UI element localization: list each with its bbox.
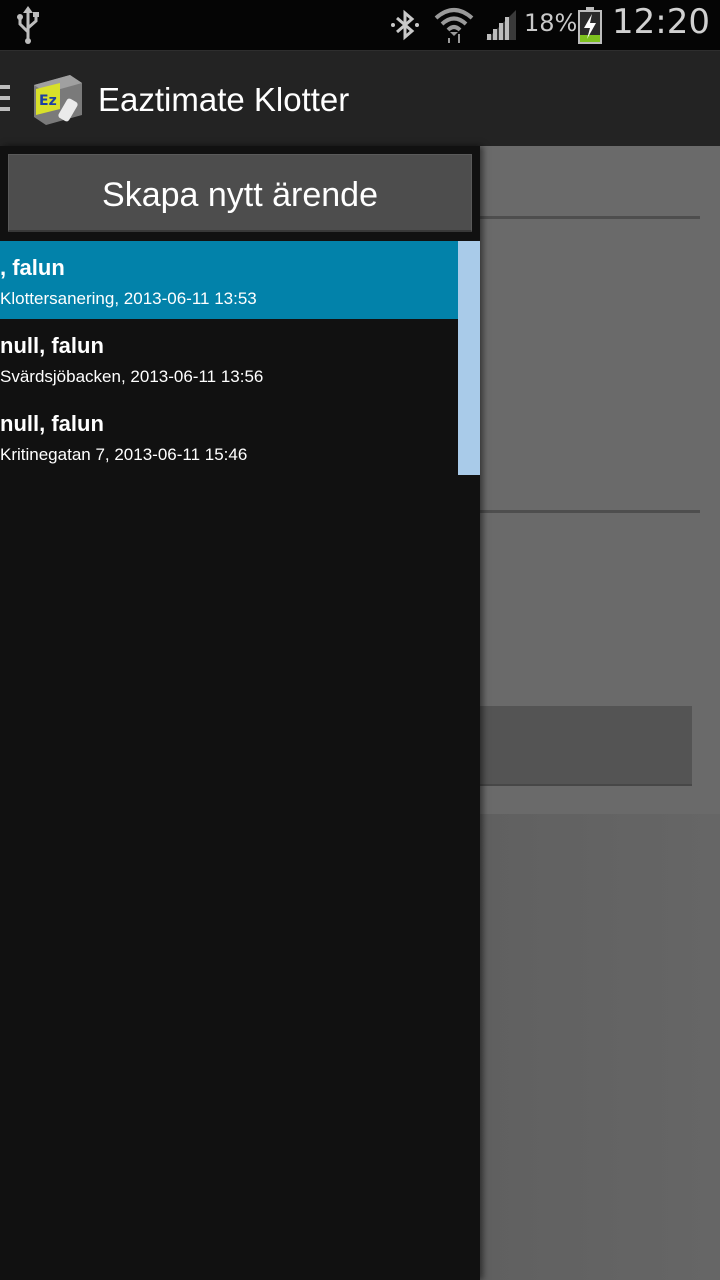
- clock: 12:20: [612, 2, 710, 42]
- case-list: , falun Klottersanering, 2013-06-11 13:5…: [0, 241, 458, 475]
- list-item[interactable]: null, falun Svärdsjöbacken, 2013-06-11 1…: [0, 319, 458, 397]
- svg-text:Ez: Ez: [39, 93, 57, 109]
- battery-percent: 18%: [524, 9, 578, 37]
- background-button: [480, 706, 692, 786]
- list-item-subtitle: Svärdsjöbacken, 2013-06-11 13:56: [0, 367, 264, 386]
- app-title: Eaztimate Klotter: [98, 81, 350, 118]
- action-bar: Ez Eaztimate Klotter: [0, 50, 720, 147]
- usb-icon: [14, 6, 42, 48]
- divider: [480, 510, 700, 513]
- app-logo-icon[interactable]: Ez: [30, 71, 86, 131]
- list-scrollbar[interactable]: [458, 241, 480, 475]
- battery-charging-icon: [578, 6, 602, 48]
- drawer-indicator-icon[interactable]: [0, 85, 10, 115]
- create-new-case-button[interactable]: Skapa nytt ärende: [8, 154, 472, 232]
- list-item-title: null, falun: [0, 411, 104, 436]
- wifi-icon: [434, 6, 474, 48]
- list-item-title: null, falun: [0, 333, 104, 358]
- navigation-drawer: Skapa nytt ärende , falun Klottersanerin…: [0, 146, 480, 1280]
- main-content-dimmed: [480, 146, 720, 1280]
- status-bar: 18% 12:20: [0, 0, 720, 50]
- screen: 18% 12:20 Ez Eaztimate Klotter Skapa nyt…: [0, 0, 720, 1280]
- list-item[interactable]: , falun Klottersanering, 2013-06-11 13:5…: [0, 241, 458, 319]
- bluetooth-icon: [388, 8, 422, 46]
- content-lower: [480, 814, 720, 1280]
- list-item-title: , falun: [0, 255, 65, 280]
- divider: [480, 216, 700, 219]
- list-item[interactable]: null, falun Kritinegatan 7, 2013-06-11 1…: [0, 397, 458, 475]
- list-item-subtitle: Klottersanering, 2013-06-11 13:53: [0, 289, 257, 308]
- signal-icon: [484, 8, 518, 46]
- list-item-subtitle: Kritinegatan 7, 2013-06-11 15:46: [0, 445, 248, 464]
